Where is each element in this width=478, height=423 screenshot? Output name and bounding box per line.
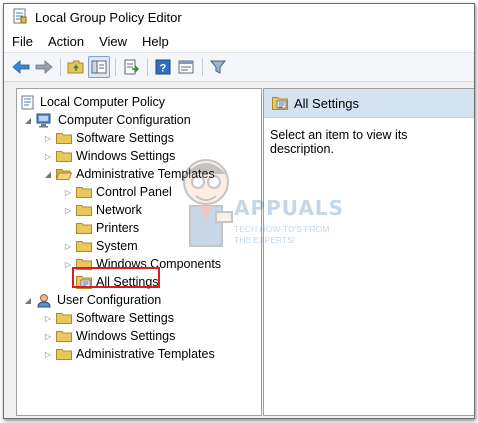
tree-node-user-configuration[interactable]: ◢ User Configuration [23, 291, 161, 309]
collapsed-arrow-icon[interactable]: ▷ [43, 332, 53, 341]
folder-icon [56, 151, 72, 162]
collapsed-arrow-icon[interactable]: ▷ [63, 206, 73, 215]
show-hide-tree-icon[interactable] [88, 56, 110, 78]
properties-icon[interactable] [175, 56, 197, 78]
toolbar: ? [4, 52, 474, 82]
toolbar-separator [60, 58, 61, 76]
toolbar-separator [115, 58, 116, 76]
toolbar-separator [202, 58, 203, 76]
help-icon[interactable]: ? [152, 56, 174, 78]
tree-node-label: Administrative Templates [76, 167, 215, 181]
user-icon [36, 293, 52, 308]
tree-node-computer-configuration[interactable]: ◢ Computer Configuration [23, 111, 191, 129]
folder-icon [56, 331, 72, 342]
collapsed-arrow-icon[interactable]: ▷ [43, 134, 53, 143]
folder-icon [56, 313, 72, 324]
tree-node-label: System [96, 239, 138, 253]
tree-node-label: Windows Settings [76, 149, 176, 163]
tree-node-control-panel[interactable]: ▷ Control Panel [63, 183, 172, 201]
expanded-arrow-icon[interactable]: ◢ [23, 116, 33, 125]
window-title: Local Group Policy Editor [35, 10, 182, 25]
tree-node-windows-settings[interactable]: ▷ Windows Settings [43, 147, 175, 165]
app-window: Local Group Policy Editor File Action Vi… [3, 3, 475, 419]
collapsed-arrow-icon[interactable]: ▷ [43, 152, 53, 161]
tree-node-label: Software Settings [76, 311, 174, 325]
folder-icon [56, 133, 72, 144]
tree-node-user-software-settings[interactable]: ▷ Software Settings [43, 309, 174, 327]
tree-node-label: Windows Settings [76, 329, 176, 343]
tree-node-label: Control Panel [96, 185, 172, 199]
tree-node-label: Administrative Templates [76, 347, 215, 361]
tree-node-label: User Configuration [57, 293, 162, 307]
toolbar-separator [147, 58, 148, 76]
menu-bar: File Action View Help [4, 31, 474, 52]
menu-file[interactable]: File [12, 34, 41, 49]
collapsed-arrow-icon[interactable]: ▷ [63, 188, 73, 197]
forward-arrow-icon[interactable] [33, 56, 55, 78]
up-folder-icon[interactable] [65, 56, 87, 78]
detail-pane: All Settings Select an item to view its … [263, 88, 474, 416]
highlight-box [72, 267, 160, 288]
collapsed-arrow-icon[interactable]: ▷ [63, 242, 73, 251]
tree-node-user-administrative-templates[interactable]: ▷ Administrative Templates [43, 345, 215, 363]
expanded-arrow-icon[interactable]: ◢ [23, 296, 33, 305]
detail-header: All Settings [264, 89, 474, 118]
tree-node-administrative-templates[interactable]: ◢ Administrative Templates [43, 165, 215, 183]
tree-node-label: Printers [96, 221, 140, 235]
tree-node-user-windows-settings[interactable]: ▷ Windows Settings [43, 327, 175, 345]
collapsed-arrow-icon[interactable]: ▷ [43, 350, 53, 359]
collapsed-arrow-icon[interactable]: ▷ [43, 314, 53, 323]
back-arrow-icon[interactable] [10, 56, 32, 78]
computer-icon [36, 113, 53, 128]
tree-node-label: Software Settings [76, 131, 174, 145]
svg-text:?: ? [160, 63, 167, 75]
export-list-icon[interactable] [120, 56, 142, 78]
open-folder-icon [56, 169, 72, 180]
tree-node-software-settings[interactable]: ▷ Software Settings [43, 129, 174, 147]
folder-icon [76, 187, 92, 198]
tree-node-local-computer-policy[interactable]: Local Computer Policy [21, 93, 165, 111]
menu-help[interactable]: Help [142, 34, 177, 49]
menu-view[interactable]: View [99, 34, 135, 49]
tree-node-label: Computer Configuration [58, 113, 191, 127]
detail-header-title: All Settings [294, 95, 360, 111]
folder-icon [76, 205, 92, 216]
title-bar: Local Group Policy Editor [4, 4, 474, 31]
folder-icon [76, 241, 92, 252]
menu-action[interactable]: Action [48, 34, 92, 49]
settings-list-icon [272, 96, 288, 110]
policy-document-icon [21, 95, 35, 110]
main-area: Local Computer Policy ◢ Computer Configu… [4, 82, 474, 418]
expanded-arrow-icon[interactable]: ◢ [43, 170, 53, 179]
tree-node-printers[interactable]: Printers [76, 219, 139, 237]
folder-icon [76, 223, 92, 234]
filter-icon[interactable] [207, 56, 229, 78]
folder-icon [56, 349, 72, 360]
tree-node-label: Network [96, 203, 142, 217]
detail-description: Select an item to view its description. [270, 128, 408, 156]
tree-node-network[interactable]: ▷ Network [63, 201, 142, 219]
app-icon [12, 8, 28, 27]
tree-pane: Local Computer Policy ◢ Computer Configu… [16, 88, 262, 416]
tree-node-label: Local Computer Policy [40, 95, 166, 109]
tree-node-system[interactable]: ▷ System [63, 237, 138, 255]
